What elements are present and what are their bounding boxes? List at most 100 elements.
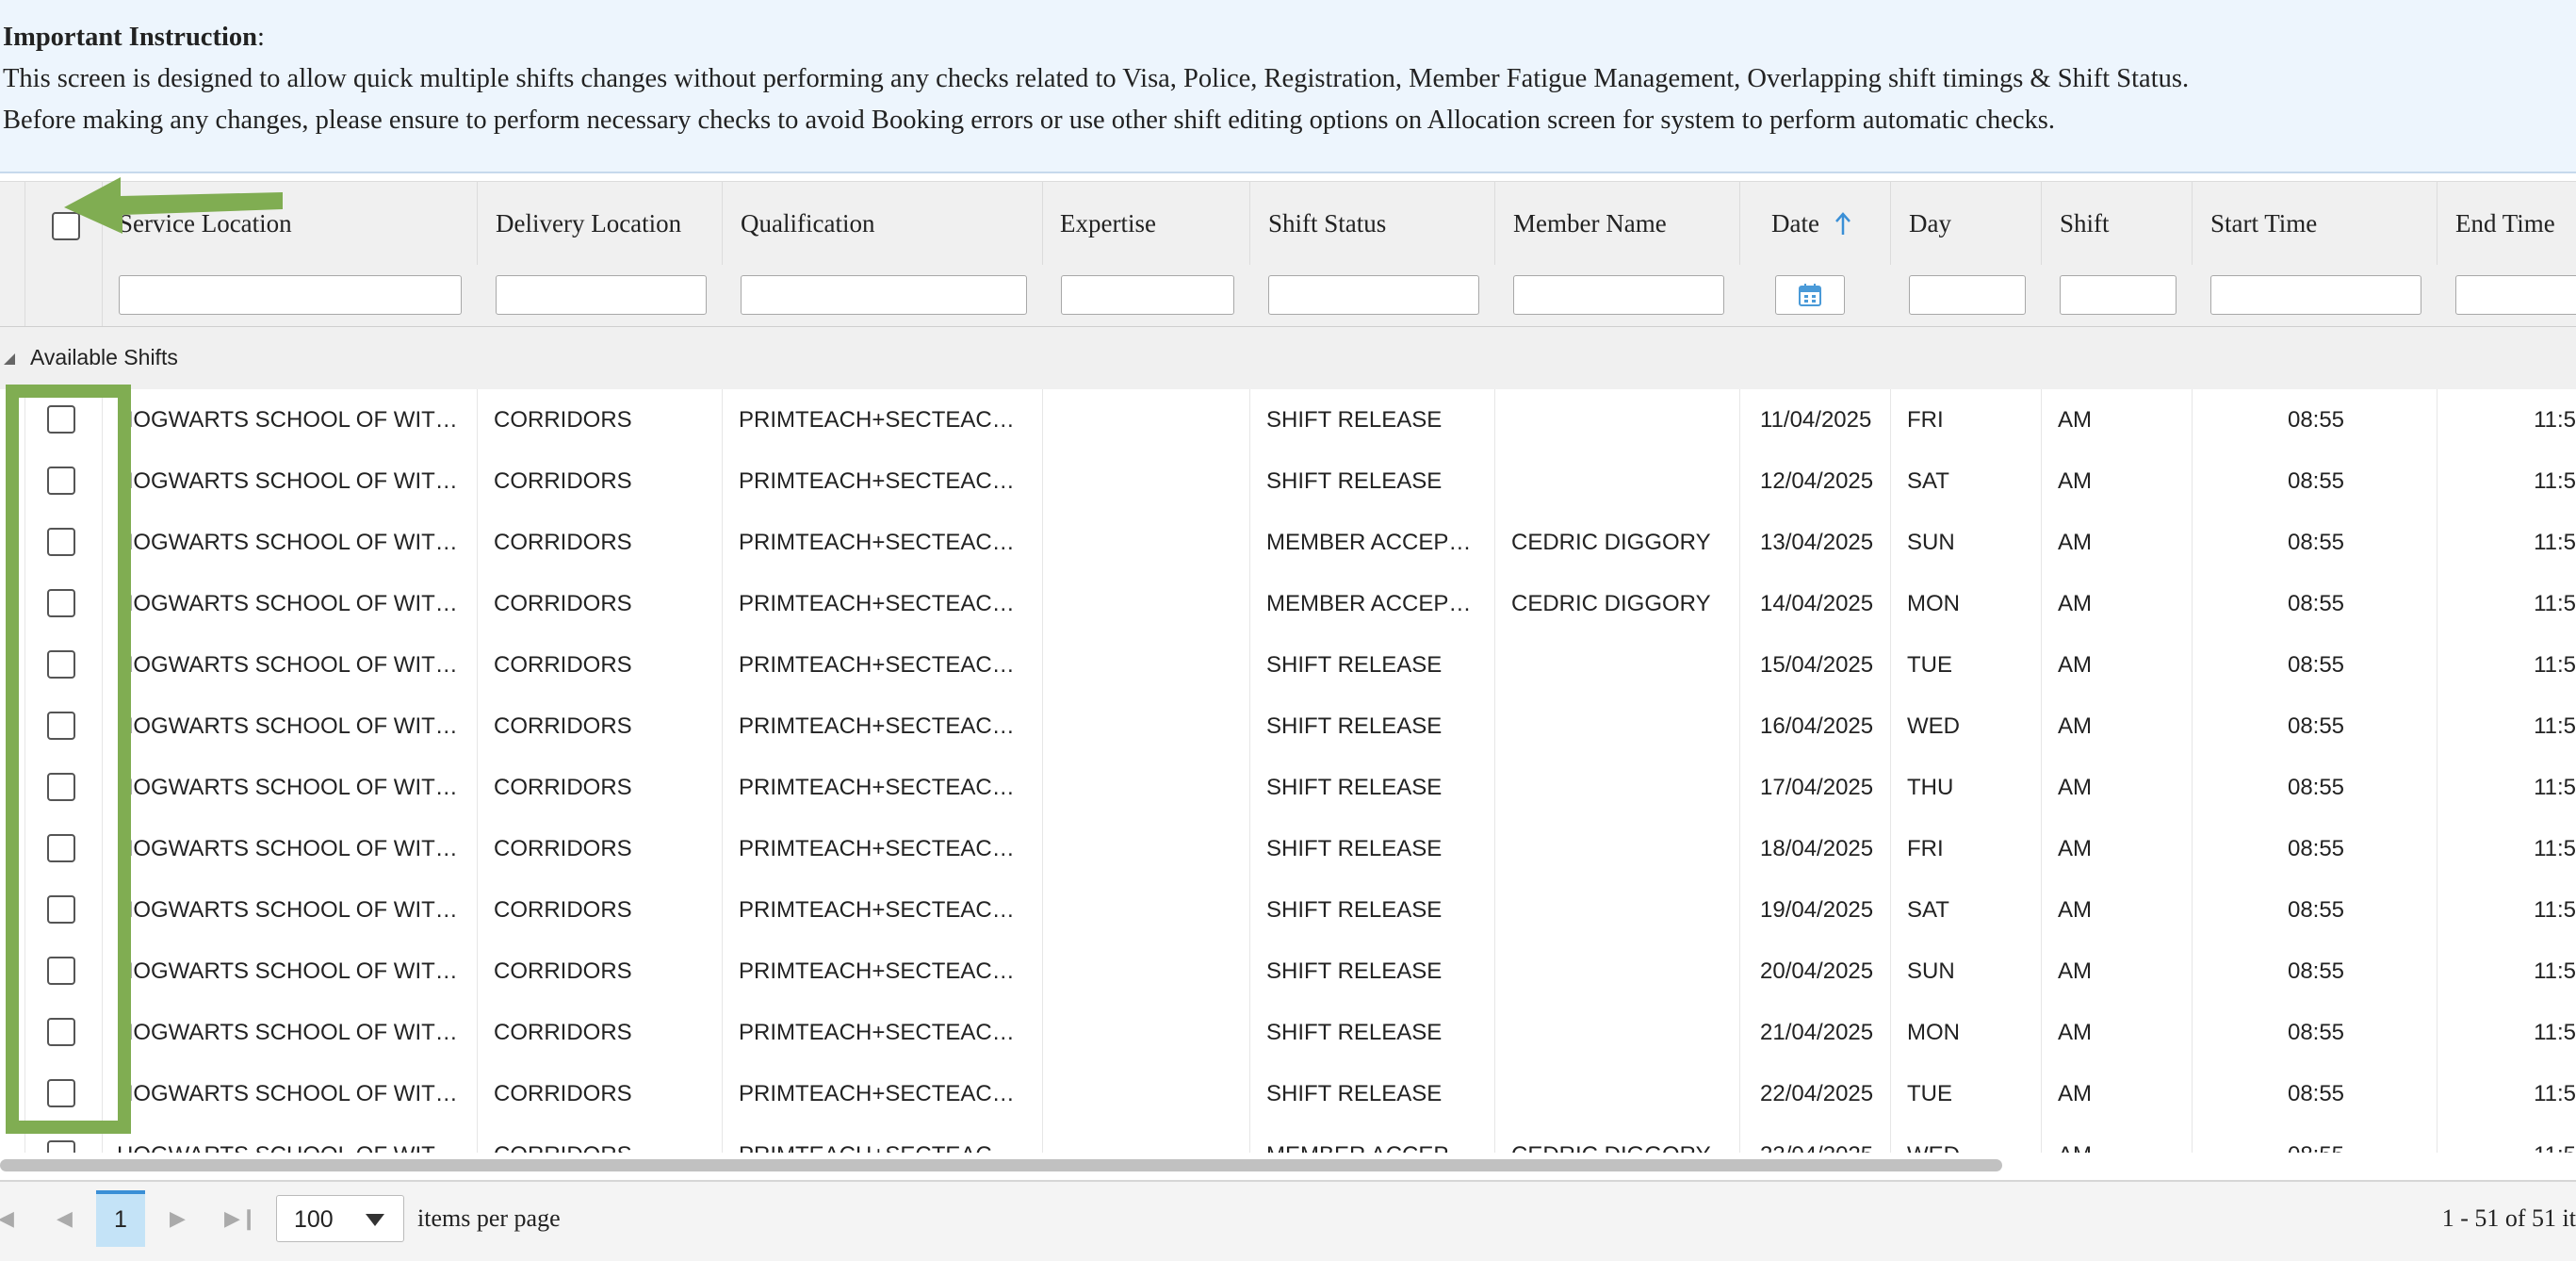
shift-cell: AM — [2058, 1124, 2186, 1153]
filter-row — [0, 265, 2576, 328]
member-name-cell — [1511, 757, 1734, 818]
member-name-cell — [1511, 1002, 1734, 1063]
collapse-triangle-icon[interactable] — [4, 353, 15, 365]
page-size-dropdown[interactable]: 100 — [276, 1195, 404, 1242]
shift-filter-input[interactable] — [2060, 275, 2177, 315]
table-row[interactable]: HOGWARTS SCHOOL OF WIT… CORRIDORS PRIMTEAC… — [0, 634, 2576, 696]
end-time-cell: 11:5 — [2534, 1020, 2576, 1045]
date-cell: 13/04/2025 — [1760, 530, 1874, 555]
day-cell: MON — [1907, 591, 1960, 616]
date-cell: 16/04/2025 — [1760, 713, 1874, 739]
start-time-cell: 08:55 — [2287, 591, 2345, 616]
qualification-cell: PRIMTEACH+SECTEAC… — [739, 836, 1015, 861]
end-time-cell: 11:5 — [2534, 1081, 2576, 1106]
table-row[interactable]: HOGWARTS SCHOOL OF WIT… CORRIDORS PRIMTEAC… — [0, 879, 2576, 942]
annotation-arrow-icon — [64, 177, 283, 234]
member-name-cell: CEDRIC DIGGORY — [1511, 530, 1711, 555]
qualification-cell: PRIMTEACH+SECTEAC… — [739, 591, 1015, 616]
qualification-cell: PRIMTEACH+SECTEAC… — [739, 713, 1015, 739]
column-header-start-time[interactable]: Start Time — [2210, 182, 2317, 265]
calendar-icon[interactable] — [1796, 281, 1824, 309]
table-row[interactable]: HOGWARTS SCHOOL OF WIT… CORRIDORS PRIMTEAC… — [0, 389, 2576, 451]
column-header-shift-status[interactable]: Shift Status — [1268, 182, 1386, 265]
next-page-icon[interactable]: ▶ — [170, 1206, 186, 1231]
table-row[interactable]: HOGWARTS SCHOOL OF WIT… CORRIDORS PRIMTEAC… — [0, 696, 2576, 758]
start-time-cell: 08:55 — [2287, 897, 2345, 923]
previous-page-icon[interactable]: ◀ — [57, 1206, 73, 1231]
member-name-cell — [1511, 389, 1734, 450]
table-row[interactable]: HOGWARTS SCHOOL OF WIT… CORRIDORS PRIMTEAC… — [0, 818, 2576, 880]
member-name-filter-input[interactable] — [1513, 275, 1724, 315]
current-page-button[interactable]: 1 — [96, 1190, 145, 1247]
qualification-cell: PRIMTEACH+SECTEAC… — [739, 468, 1015, 494]
expertise-cell — [1059, 450, 1244, 512]
end-time-cell: 11:5 — [2534, 897, 2576, 923]
instruction-panel: Important Instruction: This screen is de… — [0, 0, 2576, 173]
table-row[interactable]: HOGWARTS SCHOOL OF WIT… CORRIDORS PRIMTEAC… — [0, 512, 2576, 574]
qualification-filter-input[interactable] — [741, 275, 1027, 315]
column-header-qualification[interactable]: Qualification — [741, 182, 874, 265]
qualification-cell: PRIMTEACH+SECTEAC… — [739, 1020, 1015, 1045]
date-cell: 17/04/2025 — [1760, 775, 1874, 800]
service-location-cell: HOGWARTS SCHOOL OF WIT… — [117, 1020, 458, 1045]
date-cell: 11/04/2025 — [1760, 407, 1872, 433]
column-header-date[interactable]: Date — [1771, 182, 1853, 265]
table-row[interactable]: HOGWARTS SCHOOL OF WIT… CORRIDORS PRIMTEAC… — [0, 1063, 2576, 1125]
table-row[interactable]: HOGWARTS SCHOOL OF WIT… CORRIDORS PRIMTEAC… — [0, 1124, 2576, 1153]
horizontal-scrollbar[interactable] — [0, 1159, 2002, 1171]
row-select-checkbox[interactable] — [47, 1140, 75, 1153]
shift-status-cell: SHIFT RELEASE — [1266, 652, 1443, 678]
service-location-cell: HOGWARTS SCHOOL OF WIT… — [117, 468, 458, 494]
table-row[interactable]: HOGWARTS SCHOOL OF WIT… CORRIDORS PRIMTEAC… — [0, 941, 2576, 1003]
table-row[interactable]: HOGWARTS SCHOOL OF WIT… CORRIDORS PRIMTEAC… — [0, 1002, 2576, 1064]
delivery-location-cell: CORRIDORS — [494, 407, 632, 433]
column-header-end-time[interactable]: End Time — [2455, 182, 2555, 265]
day-filter-input[interactable] — [1909, 275, 2026, 315]
column-header-expertise[interactable]: Expertise — [1060, 182, 1156, 265]
day-cell: TUE — [1907, 1081, 1952, 1106]
column-header-delivery-location[interactable]: Delivery Location — [496, 182, 681, 265]
service-location-cell: HOGWARTS SCHOOL OF WIT… — [117, 775, 458, 800]
group-header-available-shifts[interactable]: Available Shifts — [0, 327, 2576, 390]
table-row[interactable]: HOGWARTS SCHOOL OF WIT… CORRIDORS PRIMTEAC… — [0, 450, 2576, 513]
group-label: Available Shifts — [30, 345, 178, 369]
shift-status-cell: SHIFT RELEASE — [1266, 713, 1443, 739]
start-time-cell: 08:55 — [2287, 713, 2345, 739]
instruction-line-1: This screen is designed to allow quick m… — [3, 64, 2190, 93]
day-cell: SAT — [1907, 897, 1949, 923]
end-time-cell: 11:5 — [2534, 713, 2576, 739]
day-cell: SAT — [1907, 468, 1949, 494]
shift-status-cell: MEMBER ACCEP… — [1266, 591, 1472, 616]
delivery-location-filter-input[interactable] — [496, 275, 707, 315]
last-page-icon[interactable]: ▶❙ — [224, 1206, 257, 1231]
service-location-cell: HOGWARTS SCHOOL OF WIT… — [117, 1081, 458, 1106]
expertise-filter-input[interactable] — [1061, 275, 1234, 315]
delivery-location-cell: CORRIDORS — [494, 1020, 632, 1045]
shift-cell: AM — [2058, 468, 2092, 494]
expertise-cell — [1059, 389, 1244, 450]
end-time-cell: 11:5 — [2534, 958, 2576, 984]
date-cell: 20/04/2025 — [1760, 958, 1874, 984]
column-header-shift[interactable]: Shift — [2060, 182, 2110, 265]
shift-cell: AM — [2058, 897, 2092, 923]
date-cell: 14/04/2025 — [1760, 591, 1874, 616]
start-time-filter-input[interactable] — [2210, 275, 2421, 315]
column-header-member-name[interactable]: Member Name — [1513, 182, 1667, 265]
member-name-cell — [1511, 1063, 1734, 1124]
expertise-cell — [1059, 1063, 1244, 1124]
shift-cell: AM — [2058, 836, 2092, 861]
table-row[interactable]: HOGWARTS SCHOOL OF WIT… CORRIDORS PRIMTEAC… — [0, 573, 2576, 635]
expertise-cell — [1059, 757, 1244, 818]
table-row[interactable]: HOGWARTS SCHOOL OF WIT… CORRIDORS PRIMTEAC… — [0, 757, 2576, 819]
qualification-cell: PRIMTEACH+SECTEAC… — [739, 1081, 1015, 1106]
shift-status-filter-input[interactable] — [1268, 275, 1479, 315]
end-time-cell: 11:5 — [2534, 407, 2576, 433]
day-cell: SUN — [1907, 958, 1955, 984]
end-time-filter-input[interactable] — [2455, 275, 2576, 315]
date-filter-picker[interactable] — [1775, 275, 1845, 315]
service-location-cell: HOGWARTS SCHOOL OF WIT… — [117, 652, 458, 678]
service-location-filter-input[interactable] — [119, 275, 462, 315]
column-header-day[interactable]: Day — [1909, 182, 1951, 265]
first-page-icon[interactable]: ◀ — [0, 1206, 14, 1231]
date-cell: 21/04/2025 — [1760, 1020, 1874, 1045]
